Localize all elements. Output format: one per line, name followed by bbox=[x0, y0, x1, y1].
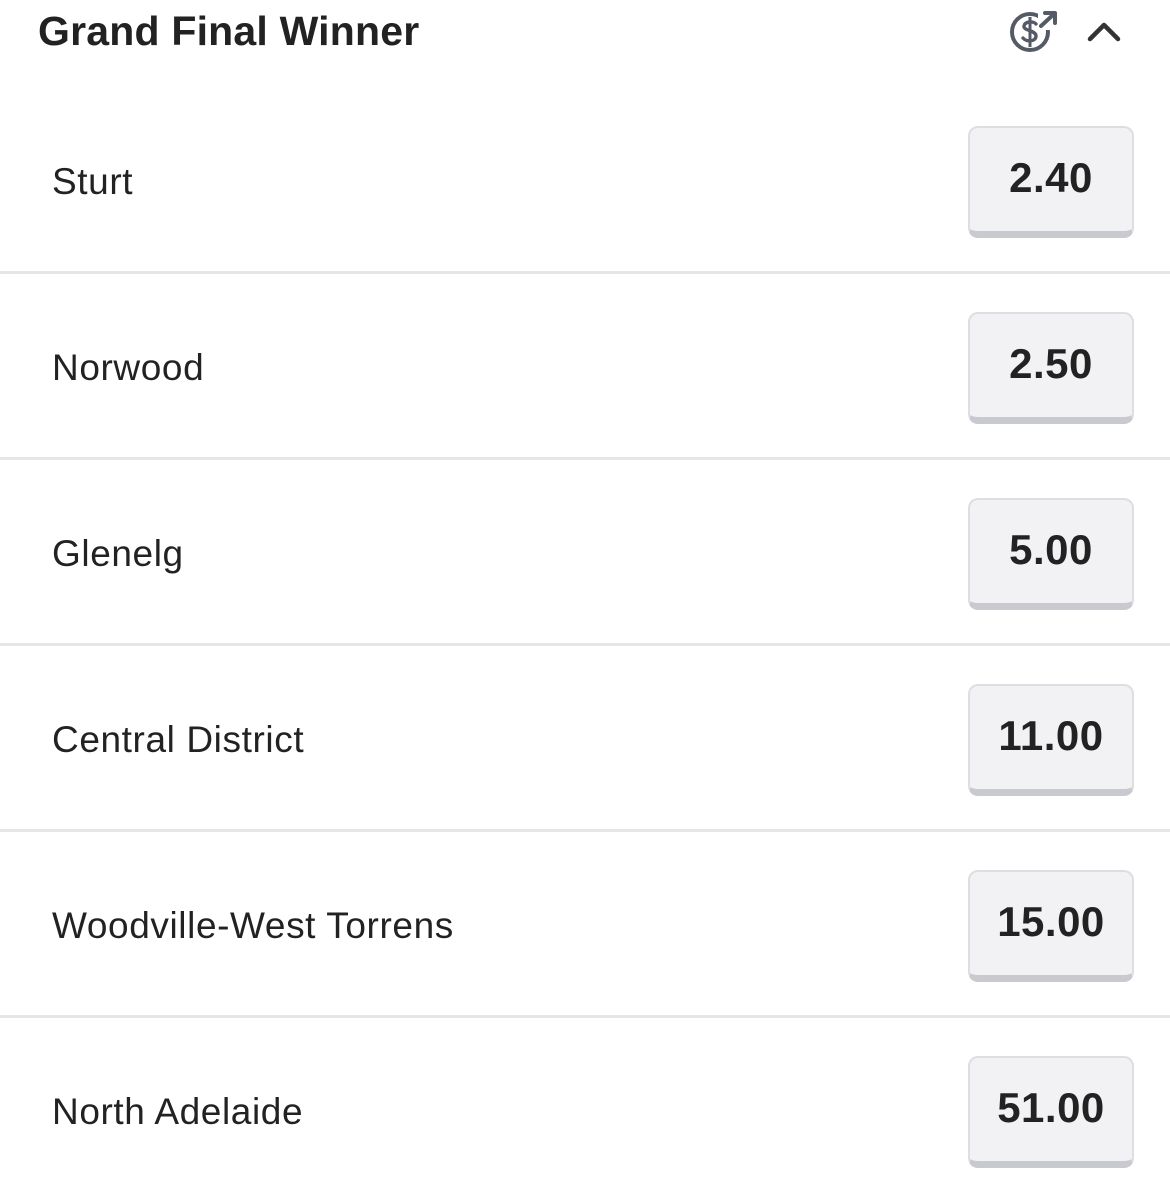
odds-button[interactable]: 15.00 bbox=[968, 870, 1134, 982]
odds-value: 2.50 bbox=[1009, 340, 1093, 387]
market-title: Grand Final Winner bbox=[38, 8, 420, 54]
runner-row: Sturt 2.40 bbox=[0, 88, 1170, 274]
grand-final-winner-market: Grand Final Winner Sturt 2.40 Norwood 2.… bbox=[0, 0, 1170, 1198]
odds-value: 51.00 bbox=[997, 1084, 1105, 1131]
runner-name: Woodville-West Torrens bbox=[52, 905, 454, 946]
odds-button[interactable]: 5.00 bbox=[968, 498, 1134, 610]
odds-value: 2.40 bbox=[1009, 154, 1093, 201]
odds-value: 11.00 bbox=[998, 712, 1104, 759]
runner-name: Norwood bbox=[52, 347, 205, 388]
runner-list: Sturt 2.40 Norwood 2.50 Glenelg 5.00 Cen… bbox=[0, 88, 1170, 1198]
runner-row: North Adelaide 51.00 bbox=[0, 1018, 1170, 1198]
runner-row: Glenelg 5.00 bbox=[0, 460, 1170, 646]
odds-value: 15.00 bbox=[997, 898, 1105, 945]
market-header[interactable]: Grand Final Winner bbox=[0, 0, 1170, 72]
runner-name: Sturt bbox=[52, 161, 134, 202]
runner-row: Central District 11.00 bbox=[0, 646, 1170, 832]
runner-name: Glenelg bbox=[52, 533, 184, 574]
odds-button[interactable]: 51.00 bbox=[968, 1056, 1134, 1168]
runner-name: Central District bbox=[52, 719, 305, 760]
odds-button[interactable]: 2.50 bbox=[968, 312, 1134, 424]
runner-name: North Adelaide bbox=[52, 1091, 304, 1132]
chevron-up-icon[interactable] bbox=[1082, 14, 1126, 48]
odds-button[interactable]: 11.00 bbox=[968, 684, 1134, 796]
odds-button[interactable]: 2.40 bbox=[968, 126, 1134, 238]
runner-row: Norwood 2.50 bbox=[0, 274, 1170, 460]
odds-value: 5.00 bbox=[1009, 526, 1093, 573]
runner-row: Woodville-West Torrens 15.00 bbox=[0, 832, 1170, 1018]
cash-out-icon[interactable] bbox=[1008, 8, 1058, 54]
